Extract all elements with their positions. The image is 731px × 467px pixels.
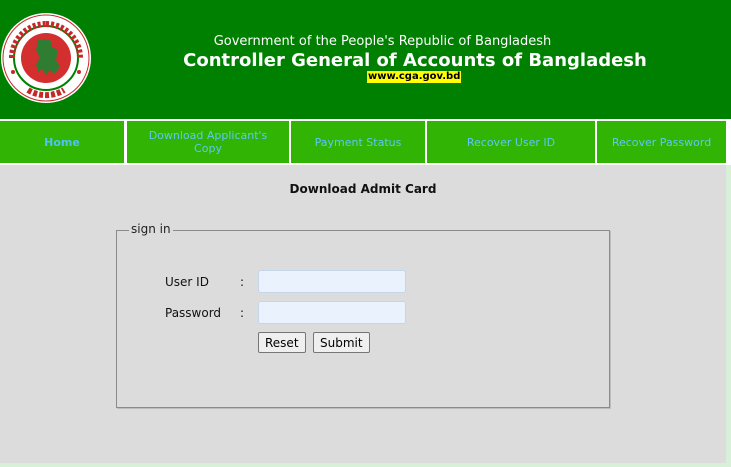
- submit-button[interactable]: Submit: [313, 332, 370, 353]
- main-navigation: Home Download Applicant's Copy Payment S…: [0, 119, 731, 165]
- user-id-colon: :: [240, 275, 245, 289]
- organization-title: Controller General of Accounts of Bangla…: [183, 50, 647, 71]
- site-header: Government of the People's Republic of B…: [0, 0, 731, 119]
- password-input[interactable]: [258, 301, 406, 324]
- nav-item-download-applicants-copy[interactable]: Download Applicant's Copy: [127, 121, 289, 163]
- page-edge-bottom: [0, 463, 731, 467]
- nav-item-home[interactable]: Home: [0, 121, 124, 163]
- user-id-label: User ID: [165, 275, 209, 289]
- nav-item-recover-password[interactable]: Recover Password: [597, 121, 726, 163]
- nav-item-payment-status[interactable]: Payment Status: [291, 121, 425, 163]
- government-seal-icon: [1, 13, 91, 103]
- page-edge-right: [726, 165, 731, 467]
- password-label: Password: [165, 306, 222, 320]
- reset-button[interactable]: Reset: [258, 332, 306, 353]
- nav-item-recover-user-id[interactable]: Recover User ID: [427, 121, 595, 163]
- password-colon: :: [240, 306, 245, 320]
- signin-legend: sign in: [129, 222, 173, 236]
- website-url: www.cga.gov.bd: [367, 71, 462, 83]
- government-name: Government of the People's Republic of B…: [213, 34, 552, 49]
- page-title: Download Admit Card: [289, 182, 437, 196]
- user-id-input[interactable]: [258, 270, 406, 293]
